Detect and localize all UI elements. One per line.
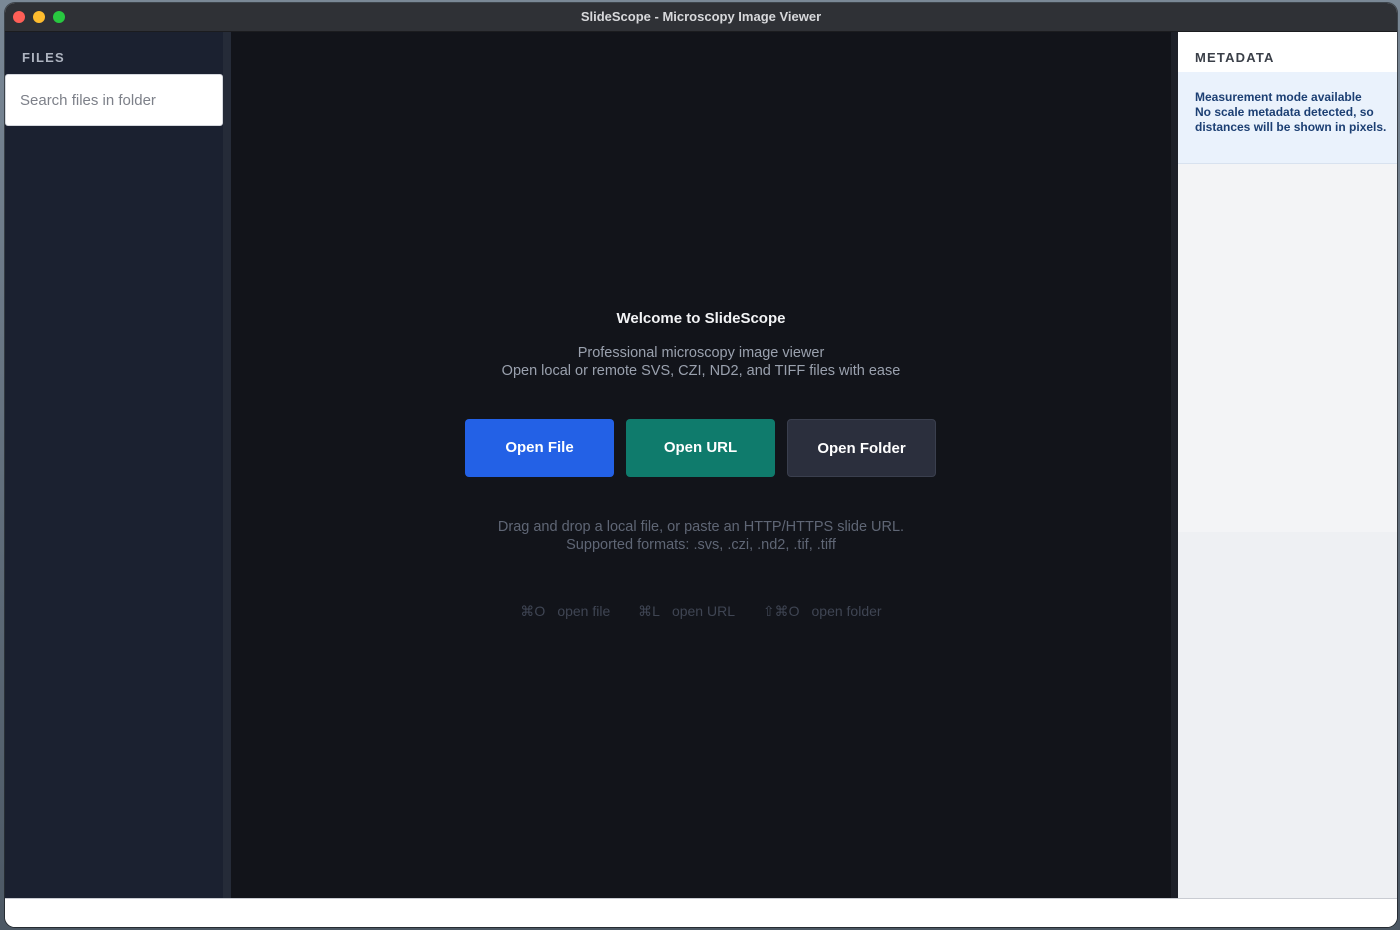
shortcut-keys: ⌘O xyxy=(520,603,546,619)
metadata-lower-area xyxy=(1178,532,1397,898)
sidebar-resize-handle[interactable] xyxy=(223,32,231,898)
shortcut-keys: ⌘L xyxy=(638,603,660,619)
window-title: SlideScope - Microscopy Image Viewer xyxy=(580,9,822,24)
viewer-area: Welcome to SlideScope Professional micro… xyxy=(231,32,1171,898)
files-title: FILES xyxy=(22,50,65,65)
files-sidebar: FILES xyxy=(5,32,223,898)
metadata-header: METADATA xyxy=(1178,32,1397,72)
open-url-button[interactable]: Open URL xyxy=(626,419,775,477)
shortcut-label: open folder xyxy=(811,603,882,619)
supported-formats-hint: Supported formats: .svs, .czi, .nd2, .ti… xyxy=(566,537,836,553)
search-files-input[interactable] xyxy=(5,74,223,126)
welcome-subtitle-2: Open local or remote SVS, CZI, ND2, and … xyxy=(501,363,901,379)
measurement-notice: Measurement mode available No scale meta… xyxy=(1178,72,1397,164)
shortcut-keys: ⇧⌘O xyxy=(762,603,800,619)
metadata-resize-handle[interactable] xyxy=(1171,32,1178,898)
keyboard-shortcuts: ⌘O open file ⌘L open URL ⇧⌘O open folder xyxy=(231,603,1171,620)
title-bar[interactable]: SlideScope - Microscopy Image Viewer xyxy=(5,3,1397,32)
shortcut-open-url: ⌘L open URL xyxy=(632,603,741,619)
shortcut-open-folder: ⇧⌘O open folder xyxy=(757,603,888,619)
app-window: SlideScope - Microscopy Image Viewer FIL… xyxy=(5,3,1397,927)
shortcut-label: open file xyxy=(557,603,611,619)
metadata-panel: METADATA Measurement mode available No s… xyxy=(1178,32,1397,898)
notice-title: Measurement mode available xyxy=(1195,90,1362,104)
welcome-subtitle-1: Professional microscopy image viewer xyxy=(577,345,825,361)
notice-body: No scale metadata detected, so distances… xyxy=(1195,105,1387,134)
shortcut-open-file: ⌘O open file xyxy=(514,603,616,619)
status-bar xyxy=(5,898,1397,927)
open-folder-button[interactable]: Open Folder xyxy=(787,419,936,477)
welcome-heading: Welcome to SlideScope xyxy=(616,310,786,327)
open-file-button[interactable]: Open File xyxy=(465,419,614,477)
shortcut-label: open URL xyxy=(671,603,735,619)
drag-drop-hint: Drag and drop a local file, or paste an … xyxy=(497,519,905,535)
metadata-title: METADATA xyxy=(1195,50,1275,65)
